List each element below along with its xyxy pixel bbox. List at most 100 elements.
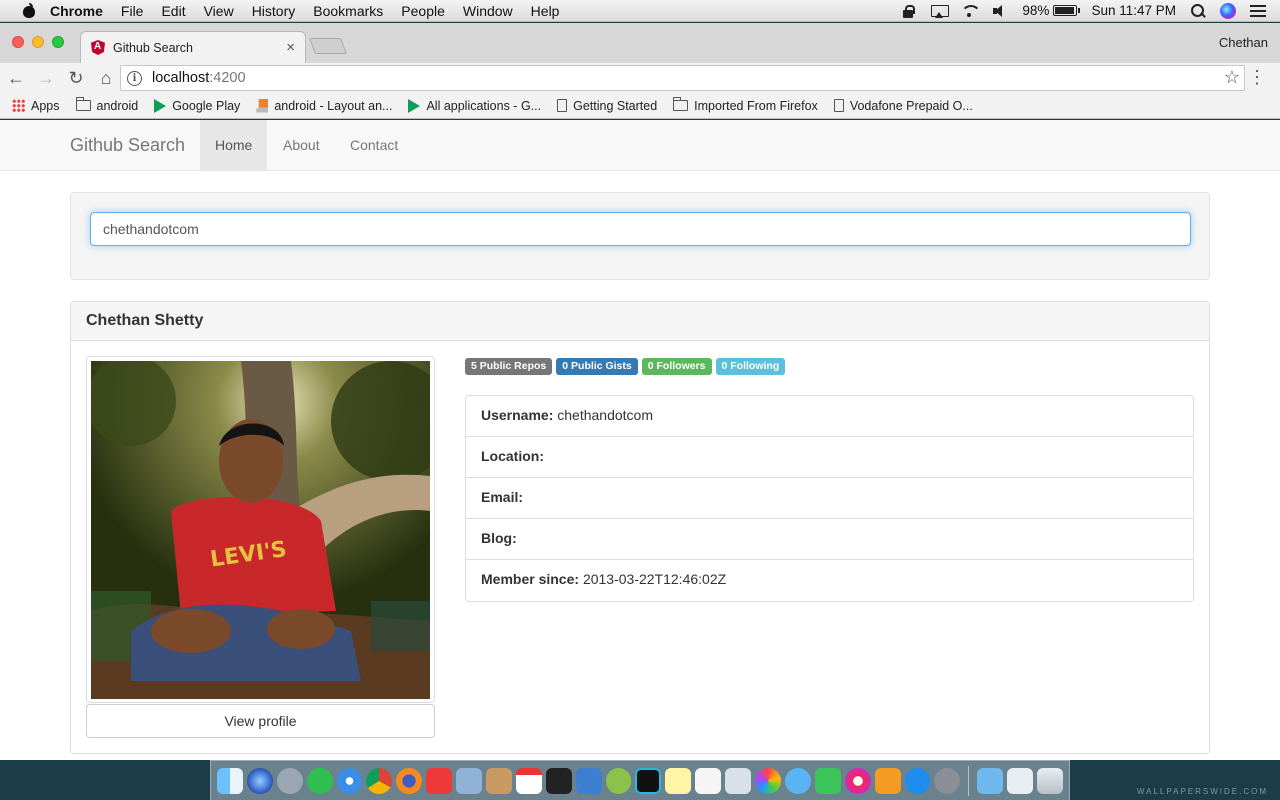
- finder-icon[interactable]: [217, 767, 243, 794]
- notes-icon[interactable]: [665, 767, 692, 794]
- bookmark-label: android: [96, 98, 139, 113]
- bookmark-label: Imported From Firefox: [694, 98, 818, 113]
- tab-github-search[interactable]: Github Search ×: [80, 31, 306, 63]
- trash-icon[interactable]: [1037, 767, 1063, 794]
- forward-icon[interactable]: →: [32, 64, 60, 92]
- launchpad-icon[interactable]: [276, 767, 303, 794]
- field-label: Location:: [481, 448, 544, 464]
- bookmark-label: Vodafone Prepaid O...: [849, 98, 973, 113]
- folder-icon: [673, 97, 689, 111]
- profile-details: Username: chethandotcom Location: Email:…: [465, 395, 1194, 602]
- webstorm-icon[interactable]: [635, 767, 662, 794]
- reminders-icon[interactable]: [695, 767, 722, 794]
- info-icon[interactable]: i: [127, 70, 142, 86]
- whatsapp-icon[interactable]: [306, 767, 333, 794]
- downloads-folder-icon[interactable]: [977, 767, 1004, 794]
- new-tab-button[interactable]: [309, 38, 347, 54]
- siri-icon[interactable]: [1220, 2, 1236, 19]
- nav-about[interactable]: About: [268, 120, 335, 170]
- wifi-icon[interactable]: [960, 4, 982, 18]
- vivaldi-icon[interactable]: [426, 767, 453, 794]
- bookmark-label: Google Play: [172, 98, 241, 113]
- bookmark-label: android - Layout an...: [274, 98, 393, 113]
- bookmarks-bar: Apps android Google Play android - Layou…: [0, 93, 1280, 119]
- android-studio-icon[interactable]: [605, 767, 632, 794]
- nav-contact[interactable]: Contact: [335, 120, 413, 170]
- notification-center-icon[interactable]: [1250, 4, 1266, 18]
- close-window-button[interactable]: [12, 36, 24, 48]
- bookmark-android-layout[interactable]: android - Layout an...: [256, 98, 393, 113]
- view-profile-button[interactable]: View profile: [86, 704, 435, 738]
- messages-icon[interactable]: [784, 767, 811, 794]
- bookmark-google-play[interactable]: Google Play: [154, 98, 241, 113]
- itunes-icon[interactable]: [844, 767, 871, 794]
- home-icon[interactable]: ⌂: [92, 64, 120, 92]
- bookmark-getting-started[interactable]: Getting Started: [557, 99, 657, 113]
- app-navbar: Github Search Home About Contact: [0, 120, 1280, 171]
- menu-help[interactable]: Help: [531, 3, 560, 19]
- nav-home[interactable]: Home: [200, 120, 268, 170]
- fullscreen-window-button[interactable]: [52, 36, 64, 48]
- volume-icon[interactable]: [992, 4, 1008, 18]
- facetime-icon[interactable]: [814, 767, 841, 794]
- navbar-brand[interactable]: Github Search: [70, 135, 185, 156]
- menu-history[interactable]: History: [252, 3, 296, 19]
- photo-booth-icon[interactable]: [725, 767, 752, 794]
- search-input[interactable]: [90, 212, 1191, 246]
- tab-close-icon[interactable]: ×: [286, 39, 295, 56]
- system-preferences-icon[interactable]: [934, 767, 961, 794]
- chrome-icon[interactable]: [366, 767, 393, 794]
- profile-name: Chethan Shetty: [71, 302, 1209, 341]
- bookmark-imported-firefox[interactable]: Imported From Firefox: [673, 97, 818, 113]
- documents-stack-icon[interactable]: [1007, 767, 1034, 794]
- safari-icon[interactable]: [336, 767, 363, 794]
- lock-icon[interactable]: [900, 4, 916, 18]
- angular-icon: [91, 40, 105, 55]
- detail-location: Location:: [466, 437, 1193, 478]
- profile-panel: Chethan Shetty LEVI'S View profile 5 Pub…: [70, 301, 1210, 754]
- terminal-icon[interactable]: [545, 767, 572, 794]
- google-play-icon: [154, 98, 167, 113]
- bookmark-apps[interactable]: Apps: [12, 99, 60, 113]
- menu-edit[interactable]: Edit: [161, 3, 185, 19]
- bookmark-star-icon[interactable]: ☆: [1224, 67, 1240, 88]
- avatar-photo: LEVI'S: [91, 361, 430, 699]
- back-icon[interactable]: ←: [2, 64, 30, 92]
- field-value: 2013-03-22T12:46:02Z: [582, 571, 727, 587]
- xcode-icon[interactable]: [575, 767, 602, 794]
- minimize-window-button[interactable]: [32, 36, 44, 48]
- firefox-icon[interactable]: [396, 767, 423, 794]
- field-label: Email:: [481, 489, 524, 505]
- clock[interactable]: Sun 11:47 PM: [1091, 3, 1176, 18]
- battery-status[interactable]: 98%: [1022, 3, 1081, 18]
- menu-bookmarks[interactable]: Bookmarks: [313, 3, 383, 19]
- ibooks-icon[interactable]: [874, 767, 901, 794]
- menu-app-name[interactable]: Chrome: [50, 3, 103, 19]
- battery-percent: 98%: [1022, 3, 1050, 18]
- spotlight-icon[interactable]: [1190, 3, 1206, 18]
- apple-icon[interactable]: [20, 2, 38, 19]
- airplay-icon[interactable]: [930, 4, 950, 18]
- detail-username: Username: chethandotcom: [466, 396, 1193, 437]
- bookmark-all-applications[interactable]: All applications - G...: [408, 98, 541, 113]
- preview-icon[interactable]: [456, 767, 483, 794]
- contacts-icon[interactable]: [486, 767, 512, 794]
- menu-people[interactable]: People: [401, 3, 445, 19]
- bookmark-vodafone[interactable]: Vodafone Prepaid O...: [833, 98, 973, 113]
- menu-window[interactable]: Window: [463, 3, 513, 19]
- siri-dock-icon[interactable]: [246, 767, 273, 794]
- menu-view[interactable]: View: [204, 3, 234, 19]
- field-label: Member since:: [481, 571, 580, 587]
- folder-icon: [75, 97, 91, 111]
- bookmark-android[interactable]: android: [75, 97, 139, 113]
- stackoverflow-icon: [256, 98, 269, 113]
- calendar-icon[interactable]: [515, 767, 542, 794]
- url-port: :4200: [209, 70, 246, 86]
- address-bar[interactable]: i localhost:4200 ☆: [120, 65, 1245, 91]
- profile-button[interactable]: Chethan: [1219, 35, 1268, 50]
- menu-file[interactable]: File: [121, 3, 144, 19]
- app-store-icon[interactable]: [904, 767, 931, 794]
- reload-icon[interactable]: ↻: [62, 64, 90, 92]
- chrome-menu-icon[interactable]: ⋮: [1248, 68, 1266, 86]
- photos-icon[interactable]: [755, 767, 781, 794]
